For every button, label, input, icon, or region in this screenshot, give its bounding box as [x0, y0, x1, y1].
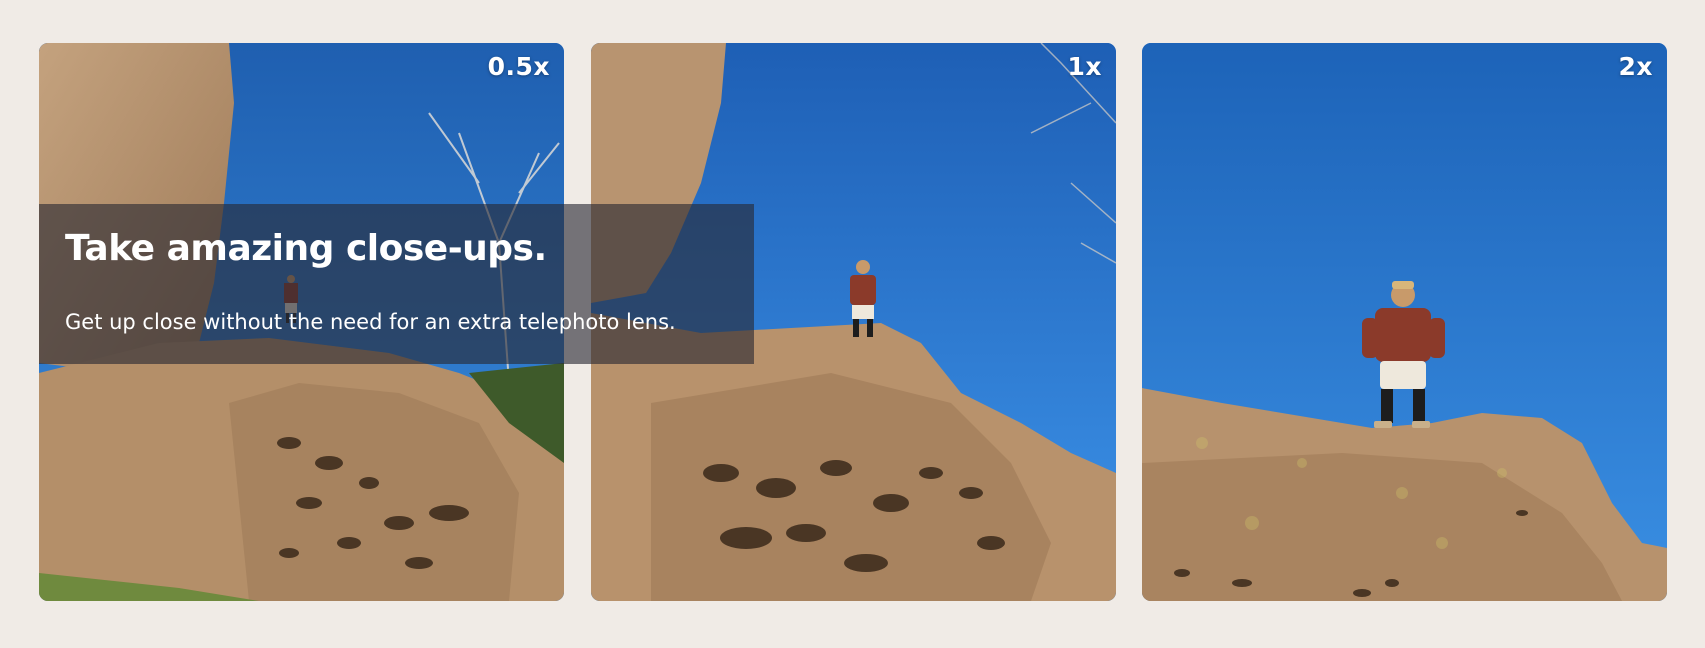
photo-2x-image — [1142, 43, 1667, 601]
caption-overlay: Take amazing close-ups. Get up close wit… — [39, 204, 754, 364]
caption-title: Take amazing close-ups. — [65, 228, 547, 269]
caption-subtitle: Get up close without the need for an ext… — [65, 310, 676, 334]
zoom-label-1x: 1x — [1067, 52, 1102, 81]
zoom-label-0-5x: 0.5x — [487, 52, 550, 81]
zoom-label-2x: 2x — [1618, 52, 1653, 81]
photo-card-2x: 2x — [1142, 43, 1667, 601]
